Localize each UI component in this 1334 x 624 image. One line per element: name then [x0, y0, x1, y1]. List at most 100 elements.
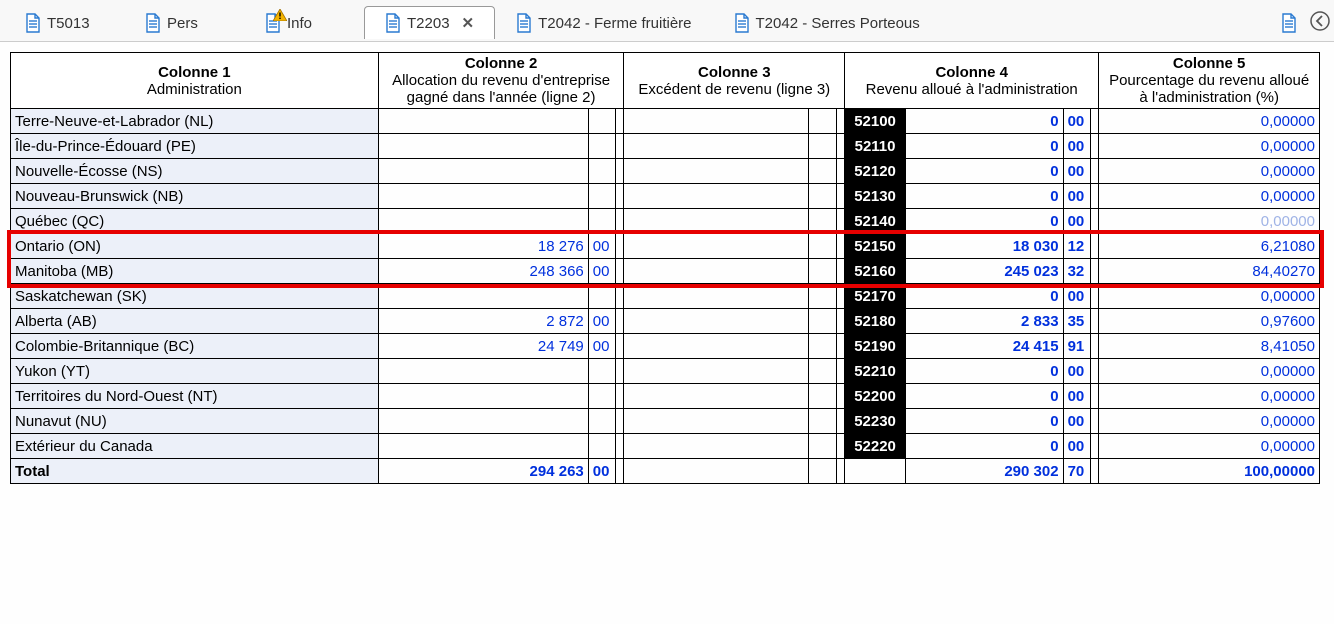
col3-cents[interactable]: [809, 109, 836, 134]
col4-dollars[interactable]: 18 030: [906, 234, 1064, 259]
col2-cents[interactable]: [588, 284, 615, 309]
col5-pct[interactable]: 0,00000: [1099, 209, 1320, 234]
col5-pct[interactable]: 6,21080: [1099, 234, 1320, 259]
col2-dollars[interactable]: [378, 384, 588, 409]
col5-pct[interactable]: 8,41050: [1099, 334, 1320, 359]
col2-cents[interactable]: [588, 184, 615, 209]
col3-dollars[interactable]: [624, 334, 809, 359]
col2-dollars[interactable]: [378, 159, 588, 184]
col2-dollars[interactable]: [378, 409, 588, 434]
col3-cents[interactable]: [809, 359, 836, 384]
tab-pers[interactable]: Pers: [124, 6, 244, 39]
col2-cents[interactable]: [588, 159, 615, 184]
col4-cents[interactable]: 00: [1063, 409, 1090, 434]
col3-cents[interactable]: [809, 134, 836, 159]
col3-dollars[interactable]: [624, 384, 809, 409]
col2-dollars[interactable]: 24 749: [378, 334, 588, 359]
col4-cents[interactable]: 00: [1063, 159, 1090, 184]
col3-cents[interactable]: [809, 259, 836, 284]
close-icon[interactable]: ✕: [462, 14, 475, 32]
col2-cents[interactable]: [588, 209, 615, 234]
col3-cents[interactable]: [809, 334, 836, 359]
col4-cents[interactable]: 00: [1063, 434, 1090, 459]
col5-pct[interactable]: 0,00000: [1099, 384, 1320, 409]
col5-pct[interactable]: 0,00000: [1099, 184, 1320, 209]
col5-pct[interactable]: 0,00000: [1099, 434, 1320, 459]
col2-cents[interactable]: 00: [588, 334, 615, 359]
col2-cents[interactable]: [588, 134, 615, 159]
back-icon[interactable]: [1310, 11, 1330, 35]
col5-pct[interactable]: 0,97600: [1099, 309, 1320, 334]
col2-cents[interactable]: 00: [588, 309, 615, 334]
col2-cents[interactable]: [588, 109, 615, 134]
col2-cents[interactable]: [588, 434, 615, 459]
col5-pct[interactable]: 0,00000: [1099, 284, 1320, 309]
col5-pct[interactable]: 0,00000: [1099, 359, 1320, 384]
col2-cents[interactable]: [588, 409, 615, 434]
col4-cents[interactable]: 00: [1063, 284, 1090, 309]
col3-cents[interactable]: [809, 434, 836, 459]
col3-dollars[interactable]: [624, 434, 809, 459]
col5-pct[interactable]: 84,40270: [1099, 259, 1320, 284]
col5-pct[interactable]: 0,00000: [1099, 159, 1320, 184]
col2-dollars[interactable]: 248 366: [378, 259, 588, 284]
col4-cents[interactable]: 91: [1063, 334, 1090, 359]
col3-dollars[interactable]: [624, 359, 809, 384]
col4-dollars[interactable]: 0: [906, 359, 1064, 384]
col4-cents[interactable]: 00: [1063, 384, 1090, 409]
col4-cents[interactable]: 32: [1063, 259, 1090, 284]
col3-dollars[interactable]: [624, 309, 809, 334]
col4-dollars[interactable]: 0: [906, 209, 1064, 234]
col3-dollars[interactable]: [624, 109, 809, 134]
col3-dollars[interactable]: [624, 234, 809, 259]
col4-dollars[interactable]: 0: [906, 184, 1064, 209]
col4-cents[interactable]: 00: [1063, 209, 1090, 234]
col2-dollars[interactable]: [378, 109, 588, 134]
tab-t5013[interactable]: T5013: [4, 6, 124, 39]
col4-dollars[interactable]: 0: [906, 384, 1064, 409]
col5-pct[interactable]: 0,00000: [1099, 409, 1320, 434]
col4-dollars[interactable]: 0: [906, 159, 1064, 184]
col2-dollars[interactable]: [378, 359, 588, 384]
col2-cents[interactable]: [588, 359, 615, 384]
col2-dollars[interactable]: [378, 184, 588, 209]
col4-cents[interactable]: 12: [1063, 234, 1090, 259]
col4-dollars[interactable]: 0: [906, 134, 1064, 159]
col5-pct[interactable]: 0,00000: [1099, 109, 1320, 134]
tab-t2042-ferme-fruiti-re[interactable]: T2042 - Ferme fruitière: [495, 6, 712, 39]
col3-dollars[interactable]: [624, 209, 809, 234]
col3-dollars[interactable]: [624, 409, 809, 434]
col2-dollars[interactable]: 18 276: [378, 234, 588, 259]
col2-dollars[interactable]: 2 872: [378, 309, 588, 334]
col3-dollars[interactable]: [624, 159, 809, 184]
col3-cents[interactable]: [809, 184, 836, 209]
tab-t2203[interactable]: T2203✕: [364, 6, 495, 39]
col2-cents[interactable]: 00: [588, 259, 615, 284]
col4-dollars[interactable]: 2 833: [906, 309, 1064, 334]
col2-cents[interactable]: 00: [588, 234, 615, 259]
tab-t2042-serres-porteous[interactable]: T2042 - Serres Porteous: [713, 6, 941, 39]
col3-dollars[interactable]: [624, 134, 809, 159]
col4-dollars[interactable]: 0: [906, 284, 1064, 309]
col2-dollars[interactable]: [378, 284, 588, 309]
col3-cents[interactable]: [809, 409, 836, 434]
col4-dollars[interactable]: 0: [906, 109, 1064, 134]
col4-dollars[interactable]: 24 415: [906, 334, 1064, 359]
col3-cents[interactable]: [809, 209, 836, 234]
col3-cents[interactable]: [809, 309, 836, 334]
col3-dollars[interactable]: [624, 259, 809, 284]
col2-dollars[interactable]: [378, 434, 588, 459]
col3-dollars[interactable]: [624, 184, 809, 209]
col5-pct[interactable]: 0,00000: [1099, 134, 1320, 159]
col4-dollars[interactable]: 0: [906, 434, 1064, 459]
col4-cents[interactable]: 00: [1063, 184, 1090, 209]
col3-cents[interactable]: [809, 159, 836, 184]
col4-cents[interactable]: 00: [1063, 359, 1090, 384]
tab-overflow[interactable]: [1276, 6, 1306, 39]
col3-dollars[interactable]: [624, 284, 809, 309]
col4-dollars[interactable]: 0: [906, 409, 1064, 434]
col4-cents[interactable]: 35: [1063, 309, 1090, 334]
col4-dollars[interactable]: 245 023: [906, 259, 1064, 284]
col4-cents[interactable]: 00: [1063, 109, 1090, 134]
col4-cents[interactable]: 00: [1063, 134, 1090, 159]
